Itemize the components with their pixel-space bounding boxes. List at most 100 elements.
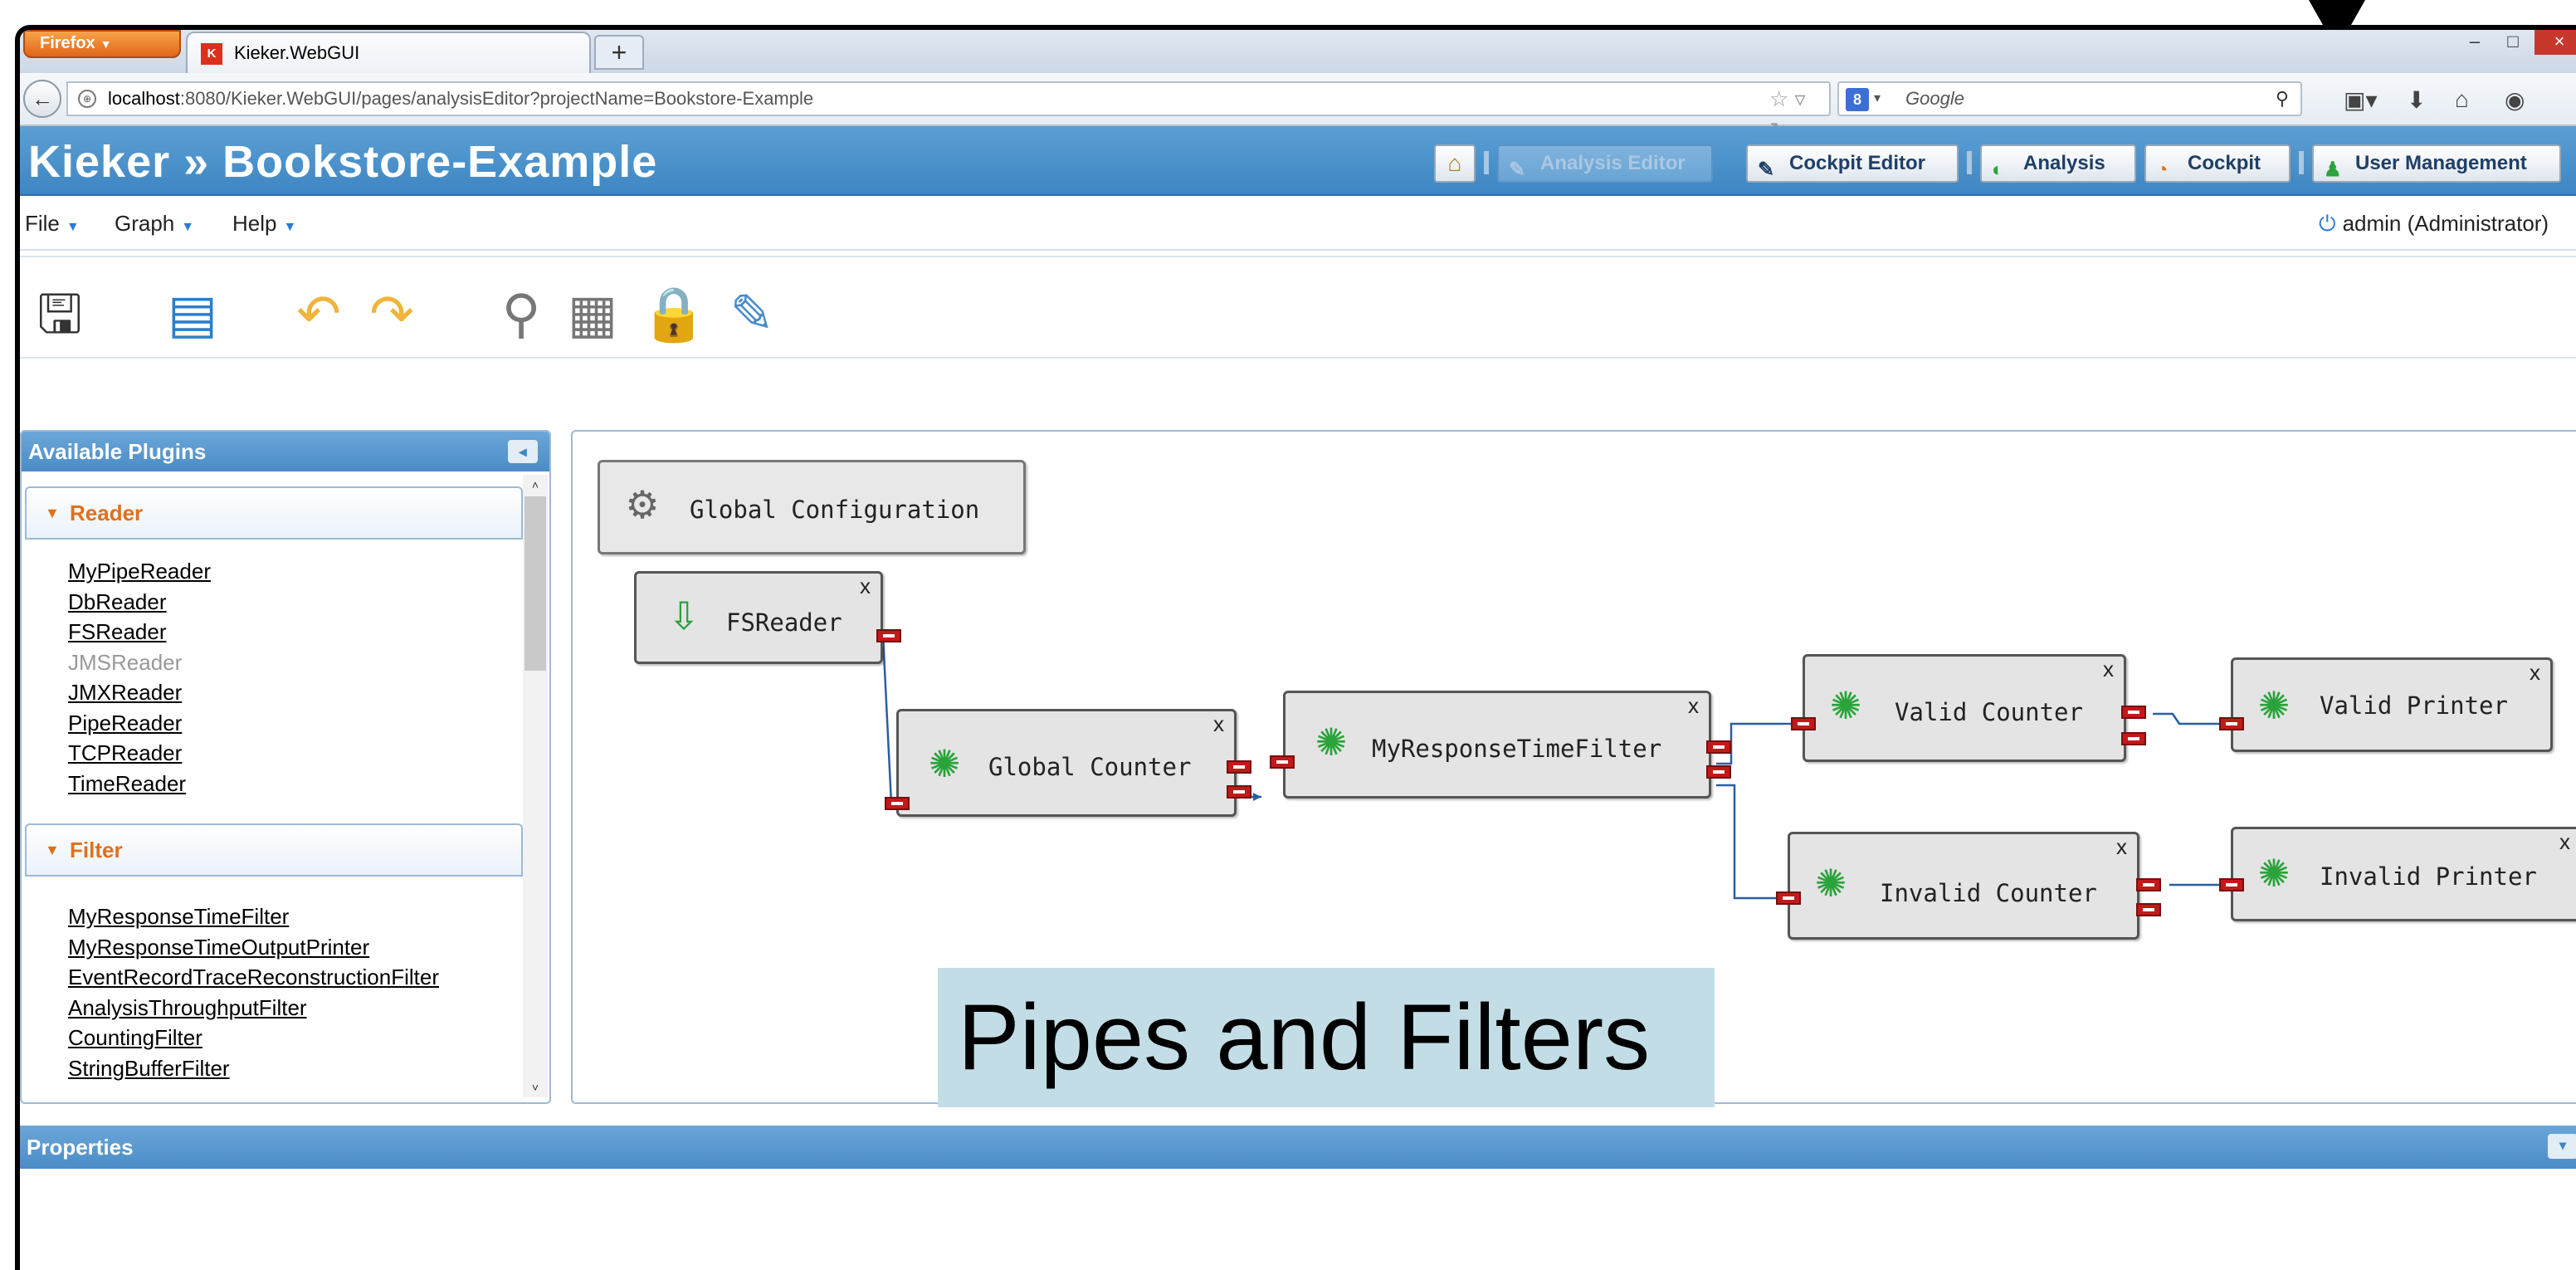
menu-file[interactable]: File ▼: [25, 211, 80, 237]
cockpit-button[interactable]: ◔ Cockpit: [2144, 144, 2291, 183]
invalid-counter-node[interactable]: x ✺ Invalid Counter: [1788, 832, 2139, 940]
plugin-item[interactable]: AnalysisThroughputFilter: [68, 993, 439, 1023]
close-node-icon[interactable]: x: [2103, 657, 2114, 682]
input-port[interactable]: [1270, 755, 1295, 769]
plugin-item[interactable]: FSReader: [68, 617, 211, 647]
bookmarks-menu-icon[interactable]: ▣▾: [2344, 86, 2378, 114]
browser-tab[interactable]: K Kieker.WebGUI: [186, 32, 591, 73]
user-menu[interactable]: ⏻ admin (Administrator): [2319, 211, 2549, 237]
input-port[interactable]: [1791, 717, 1816, 730]
output-port[interactable]: [1706, 740, 1731, 754]
analysis-button[interactable]: ◐ Analysis: [1980, 144, 2136, 183]
scroll-up-icon[interactable]: ˄: [523, 475, 548, 495]
input-port[interactable]: [2219, 878, 2244, 891]
pipes-and-filters-caption: Pipes and Filters: [938, 968, 1715, 1107]
plugins-scrollbar[interactable]: ˄ ˅: [523, 475, 548, 1097]
input-port[interactable]: [1776, 891, 1801, 905]
download-icon[interactable]: ⬇: [2407, 86, 2426, 114]
fsreader-node[interactable]: x ⇩ FSReader: [634, 571, 883, 664]
maximize-button[interactable]: □: [2496, 30, 2530, 55]
url-bar[interactable]: ⊕ localhost:8080/Kieker.WebGUI/pages/ana…: [66, 81, 1831, 143]
chevron-down-icon: ▼: [283, 220, 297, 234]
valid-printer-node[interactable]: x ✺ Valid Printer: [2231, 657, 2553, 752]
accordion-reader[interactable]: ▼ Reader: [25, 486, 523, 540]
input-port[interactable]: [2219, 717, 2244, 730]
toolbar: 🖫 ▤ ↶ ↷ ⚲ ▦ 🔒 ✎: [20, 256, 2576, 359]
menu-graph[interactable]: Graph ▼: [115, 211, 194, 237]
output-port[interactable]: [2136, 878, 2161, 891]
separator: [1484, 151, 1489, 174]
plugin-item[interactable]: TCPReader: [68, 738, 211, 769]
firefox-menu-button[interactable]: Firefox ▼: [23, 30, 181, 58]
plugin-item[interactable]: MyResponseTimeFilter: [68, 901, 439, 932]
url-path: :8080/Kieker.WebGUI/pages/analysisEditor…: [179, 88, 814, 109]
invalid-printer-label: Invalid Printer: [2320, 862, 2537, 891]
global-counter-node[interactable]: x ✺ Global Counter: [896, 709, 1237, 817]
minimize-button[interactable]: –: [2458, 30, 2491, 55]
close-node-icon[interactable]: x: [1688, 693, 1699, 719]
invalid-counter-label: Invalid Counter: [1880, 879, 2097, 907]
triangle-down-icon: ▼: [45, 842, 60, 858]
separator: [2299, 151, 2304, 174]
global-configuration-node[interactable]: ⚙ Global Configuration: [598, 460, 1026, 554]
plugin-item[interactable]: TimeReader: [68, 769, 211, 799]
reader-list: MyPipeReader DbReader FSReader JMSReader…: [68, 556, 211, 799]
collapse-left-icon[interactable]: ◂: [508, 440, 538, 463]
output-port[interactable]: [2121, 706, 2146, 719]
search-icon[interactable]: ⚲: [2276, 83, 2289, 115]
output-port[interactable]: [2136, 903, 2161, 916]
chevron-down-icon[interactable]: ▾: [1874, 83, 1881, 115]
plugin-item[interactable]: EventRecordTraceReconstructionFilter: [68, 962, 439, 993]
cockpit-editor-button[interactable]: ✎ Cockpit Editor: [1746, 144, 1959, 183]
close-node-icon[interactable]: x: [2559, 829, 2570, 855]
user-management-button[interactable]: ♟ User Management: [2312, 144, 2561, 183]
search-bar[interactable]: 8 ▾ Google ⚲: [1837, 81, 2302, 116]
menu-help-label: Help: [232, 211, 277, 236]
auto-layout-icon[interactable]: ✎: [720, 282, 783, 345]
home-icon[interactable]: ⌂: [2455, 86, 2469, 113]
input-port[interactable]: [885, 797, 910, 810]
new-tab-button[interactable]: +: [594, 35, 644, 70]
valid-counter-node[interactable]: x ✺ Valid Counter: [1803, 654, 2126, 762]
plugin-item[interactable]: MyResponseTimeOutputPrinter: [68, 932, 439, 963]
plugin-item[interactable]: JMXReader: [68, 677, 211, 708]
wire-valid-counter-printer: [2153, 712, 2227, 725]
chevron-down-icon: ▼: [181, 220, 195, 234]
accordion-filter[interactable]: ▼ Filter: [25, 823, 523, 877]
close-node-icon[interactable]: x: [1213, 711, 1224, 737]
close-node-icon[interactable]: x: [2116, 834, 2127, 860]
chevron-down-icon[interactable]: ▾: [2548, 1134, 2576, 1159]
invalid-printer-node[interactable]: x ✺ Invalid Printer: [2231, 827, 2576, 921]
scrollbar-thumb[interactable]: [524, 496, 546, 671]
lock-icon[interactable]: 🔒: [641, 282, 707, 345]
output-port[interactable]: [2121, 732, 2146, 745]
close-node-icon[interactable]: x: [2530, 660, 2540, 686]
plugin-item[interactable]: DbReader: [68, 587, 211, 618]
close-node-icon[interactable]: x: [860, 574, 871, 599]
scroll-down-icon[interactable]: ˅: [523, 1077, 548, 1097]
plugin-item[interactable]: PipeReader: [68, 708, 211, 739]
plugin-item[interactable]: MyPipeReader: [68, 556, 211, 587]
output-port[interactable]: [1227, 760, 1251, 774]
save-as-icon[interactable]: ▤: [161, 282, 224, 345]
plugin-item[interactable]: StringBufferFilter: [68, 1053, 439, 1084]
output-port[interactable]: [876, 629, 901, 642]
save-icon[interactable]: 🖫: [28, 282, 91, 345]
filter-plugin-icon: ✺: [2257, 683, 2291, 728]
filter-plugin-icon: ✺: [2257, 851, 2291, 896]
plugin-item[interactable]: CountingFilter: [68, 1023, 439, 1053]
home-button[interactable]: ⌂: [1434, 144, 1476, 183]
grid-icon[interactable]: ▦: [561, 282, 624, 345]
undo-icon[interactable]: ↶: [287, 282, 350, 345]
chevron-down-icon: ▼: [100, 37, 112, 51]
arrowhead: [1253, 793, 1261, 801]
zoom-icon[interactable]: ⚲: [490, 282, 553, 345]
back-arrow-icon[interactable]: ←: [23, 80, 61, 118]
menu-help[interactable]: Help ▼: [232, 211, 296, 237]
addon-icon[interactable]: ◉: [2505, 86, 2525, 114]
output-port[interactable]: [1227, 785, 1251, 799]
output-port[interactable]: [1706, 765, 1731, 779]
close-window-button[interactable]: ×: [2535, 30, 2576, 55]
response-time-filter-node[interactable]: x ✺ MyResponseTimeFilter: [1283, 691, 1711, 799]
redo-icon[interactable]: ↷: [360, 282, 423, 345]
